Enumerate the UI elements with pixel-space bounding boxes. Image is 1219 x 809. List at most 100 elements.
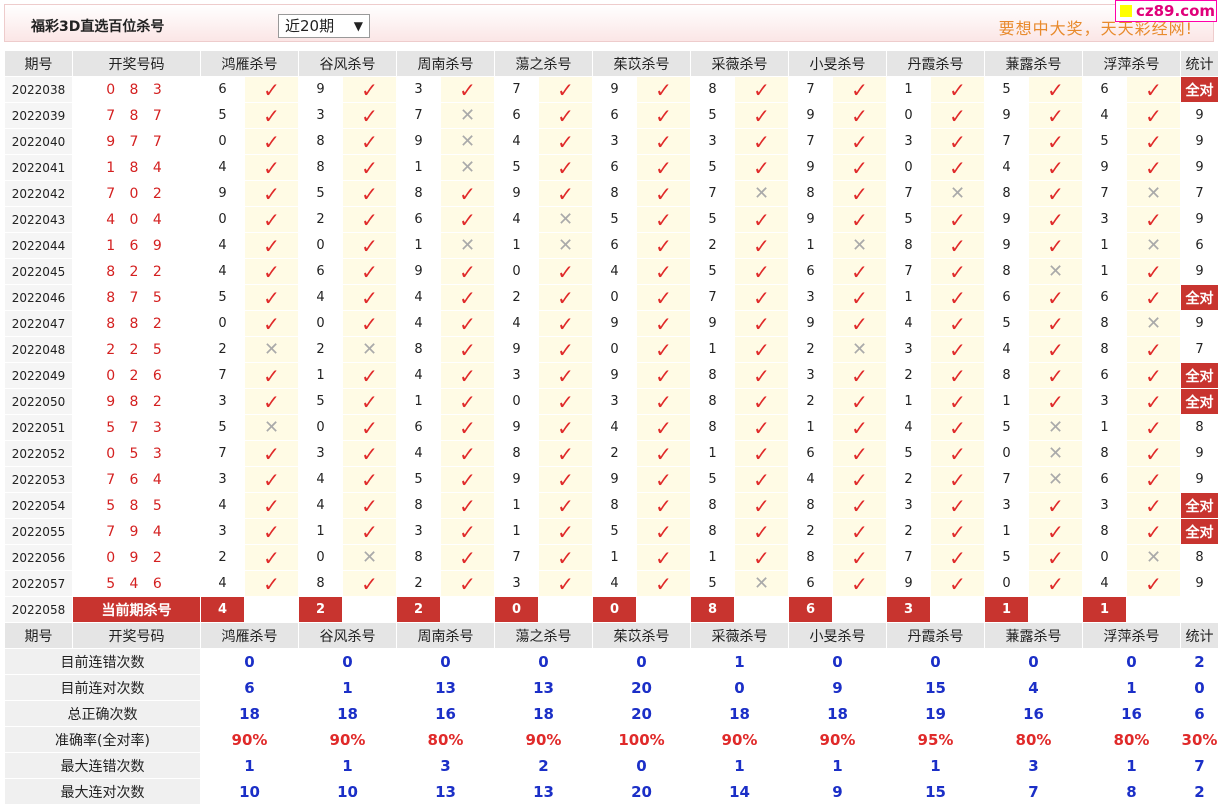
check-icon: ✓: [930, 570, 985, 597]
check-icon: ✓: [1126, 362, 1181, 389]
col-header-expert[interactable]: 谷风杀号: [298, 50, 397, 77]
kill-number-cell: 8: [690, 388, 735, 415]
kill-number-cell: 9: [494, 180, 539, 207]
stat-value: 8: [1082, 778, 1181, 805]
check-icon: ✓: [930, 518, 985, 545]
col-header-expert[interactable]: 采薇杀号: [690, 50, 789, 77]
check-icon: ✓: [440, 518, 495, 545]
check-icon: ✓: [440, 492, 495, 519]
kill-number-cell: 6: [788, 570, 833, 597]
col-header-expert[interactable]: 鸿雁杀号: [200, 50, 299, 77]
kill-number-cell: 6: [1082, 466, 1127, 493]
kill-number-cell: 4: [200, 492, 245, 519]
col-header-expert[interactable]: 鸿雁杀号: [200, 622, 299, 649]
stat-value: 90%: [690, 726, 789, 753]
kill-number-cell: 6: [592, 154, 637, 181]
check-icon: ✓: [734, 414, 789, 441]
cross-icon: ✕: [1028, 258, 1083, 285]
stat-cell: 9: [1180, 102, 1219, 129]
kill-number-cell: 8: [396, 544, 441, 571]
stat-value: 0: [592, 648, 691, 675]
kill-number-cell: 8: [1082, 518, 1127, 545]
kill-number-cell: 5: [690, 102, 735, 129]
check-icon: ✓: [440, 336, 495, 363]
col-header-expert[interactable]: 蕩之杀号: [494, 50, 593, 77]
col-header-expert[interactable]: 蒹露杀号: [984, 622, 1083, 649]
stat-row: 总正确次数 18 18 16 18 20 18 18 19 16 16 6: [4, 700, 1219, 727]
check-icon: ✓: [1126, 414, 1181, 441]
col-header-stat: 统计: [1180, 622, 1219, 649]
site-logo[interactable]: cz89.com: [1115, 0, 1217, 22]
period-cell: 2022053: [4, 466, 73, 493]
check-icon: ✓: [440, 544, 495, 571]
check-icon: ✓: [440, 76, 495, 103]
kill-number-cell: 3: [298, 102, 343, 129]
stat-value: 3: [396, 752, 495, 779]
check-icon: ✓: [636, 518, 691, 545]
stat-total: 2: [1180, 778, 1219, 805]
col-header-expert[interactable]: 小旻杀号: [788, 50, 887, 77]
stat-value: 16: [1082, 700, 1181, 727]
kill-number-cell: 1: [396, 232, 441, 259]
col-header-expert[interactable]: 丹霞杀号: [886, 622, 985, 649]
check-icon: ✓: [538, 284, 593, 311]
col-header-expert[interactable]: 丹霞杀号: [886, 50, 985, 77]
kill-number-cell: 1: [886, 284, 931, 311]
period-select[interactable]: 近20期 ▼: [278, 14, 370, 38]
check-icon: ✓: [538, 310, 593, 337]
check-icon: ✓: [734, 388, 789, 415]
draw-number-cell: 8 2 2: [72, 258, 201, 285]
kill-number-cell: 4: [984, 154, 1029, 181]
draw-number-cell: 0 2 6: [72, 362, 201, 389]
check-icon: ✓: [1126, 388, 1181, 415]
kill-number-cell: 5: [592, 518, 637, 545]
table-row: 2022054 5 8 5 4 ✓ 4 ✓ 8 ✓ 1 ✓ 8 ✓ 8 ✓ 8 ✓ 3 ✓ 3 ✓ 3 ✓ 全对: [4, 492, 1219, 519]
check-icon: ✓: [244, 206, 299, 233]
kill-number-cell: 1: [396, 388, 441, 415]
current-kill-blank: [342, 596, 397, 623]
period-cell: 2022052: [4, 440, 73, 467]
kill-number-cell: 8: [592, 492, 637, 519]
kill-number-cell: 5: [690, 206, 735, 233]
kill-number-cell: 6: [298, 258, 343, 285]
table-row: 2022038 0 8 3 6 ✓ 9 ✓ 3 ✓ 7 ✓ 9 ✓ 8 ✓ 7 ✓ 1 ✓ 5 ✓ 6 ✓ 全对: [4, 76, 1219, 103]
col-header-expert[interactable]: 茱苡杀号: [592, 622, 691, 649]
col-header-expert[interactable]: 浮萍杀号: [1082, 50, 1181, 77]
kill-number-cell: 8: [788, 544, 833, 571]
stat-value: 100%: [592, 726, 691, 753]
kill-number-cell: 1: [1082, 258, 1127, 285]
col-header-expert[interactable]: 茱苡杀号: [592, 50, 691, 77]
check-icon: ✓: [1126, 570, 1181, 597]
col-header-expert[interactable]: 蕩之杀号: [494, 622, 593, 649]
kill-number-cell: 9: [788, 206, 833, 233]
check-icon: ✓: [1028, 570, 1083, 597]
col-header-expert[interactable]: 蒹露杀号: [984, 50, 1083, 77]
check-icon: ✓: [1126, 284, 1181, 311]
check-icon: ✓: [342, 154, 397, 181]
col-header-expert[interactable]: 周南杀号: [396, 622, 495, 649]
stat-row: 最大连对次数 10 10 13 13 20 14 9 15 7 8 2: [4, 778, 1219, 805]
kill-number-cell: 3: [1082, 206, 1127, 233]
period-cell: 2022043: [4, 206, 73, 233]
col-header-expert[interactable]: 浮萍杀号: [1082, 622, 1181, 649]
check-icon: ✓: [1028, 518, 1083, 545]
period-cell: 2022039: [4, 102, 73, 129]
check-icon: ✓: [244, 362, 299, 389]
kill-number-cell: 2: [298, 206, 343, 233]
kill-number-cell: 9: [396, 128, 441, 155]
draw-number-cell: 0 5 3: [72, 440, 201, 467]
col-header-expert[interactable]: 小旻杀号: [788, 622, 887, 649]
col-header-period: 期号: [4, 50, 73, 77]
check-icon: ✓: [930, 388, 985, 415]
col-header-expert[interactable]: 周南杀号: [396, 50, 495, 77]
stat-value: 0: [690, 674, 789, 701]
logo-text: cz89.com: [1136, 2, 1216, 20]
kill-number-cell: 5: [200, 414, 245, 441]
check-icon: ✓: [342, 466, 397, 493]
kill-number-cell: 6: [1082, 362, 1127, 389]
check-icon: ✓: [1126, 154, 1181, 181]
stat-cell: 7: [1180, 180, 1219, 207]
kill-number-cell: 4: [298, 284, 343, 311]
col-header-expert[interactable]: 采薇杀号: [690, 622, 789, 649]
col-header-expert[interactable]: 谷风杀号: [298, 622, 397, 649]
